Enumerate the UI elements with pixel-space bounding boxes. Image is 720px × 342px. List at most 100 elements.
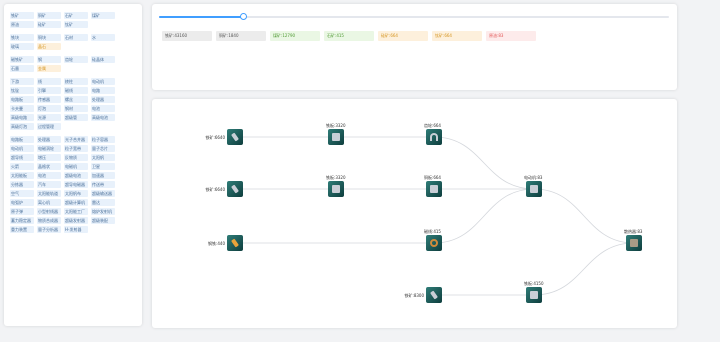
item-chip[interactable]: 电磁机 [64, 163, 88, 170]
item-chip[interactable]: 灯泡 [37, 105, 61, 112]
item-chip[interactable]: 齿轮 [64, 56, 88, 63]
item-chip[interactable]: 太阳能板 [10, 172, 34, 179]
item-chip[interactable]: 超级管 [64, 114, 88, 121]
item-chip[interactable]: 钛矿 [64, 21, 88, 28]
item-chip[interactable]: 电磁涡轮 [37, 145, 61, 152]
item-chip[interactable]: 线 [37, 78, 61, 85]
graph-node[interactable] [526, 181, 542, 197]
item-chip[interactable]: 水 [91, 34, 115, 41]
item-chip[interactable]: 太阳帆布 [64, 190, 88, 197]
graph-node[interactable] [426, 287, 442, 303]
item-chip[interactable]: 超级发射器 [64, 217, 88, 224]
item-chip[interactable]: 晶石 [37, 43, 61, 50]
item-chip[interactable]: 量子分析器 [37, 226, 61, 233]
item-chip[interactable]: H-发射器 [64, 226, 88, 233]
item-chip[interactable]: 卫星 [91, 163, 115, 170]
graph-node[interactable] [227, 129, 243, 145]
graph-node[interactable] [328, 181, 344, 197]
item-chip[interactable]: 蓄力稳定器 [10, 217, 34, 224]
graph-node[interactable] [227, 181, 243, 197]
item-chip[interactable]: 离心机 [37, 199, 61, 206]
item-chip[interactable]: 加速器 [91, 172, 115, 179]
item-chip[interactable]: 电池 [37, 172, 61, 179]
item-chip[interactable]: 晶格状 [37, 163, 61, 170]
item-chip[interactable]: 硅晶体 [91, 56, 115, 63]
item-chip[interactable]: 煤矿 [91, 12, 115, 19]
item-chip[interactable]: 处理器 [91, 96, 115, 103]
item-chip[interactable]: 电动机 [10, 145, 34, 152]
item-chip[interactable]: 太阳能工厂 [64, 208, 88, 215]
graph-node[interactable] [328, 129, 344, 145]
item-chip[interactable]: 玻璃 [10, 43, 34, 50]
item-chip[interactable]: 超级电池 [64, 172, 88, 179]
item-chip[interactable]: 电路板 [10, 136, 34, 143]
item-chip[interactable]: 引擎 [37, 87, 61, 94]
item-chip[interactable]: 铜矿 [37, 12, 61, 19]
item-chip[interactable]: 过程管理 [37, 123, 61, 130]
graph-node[interactable] [426, 235, 442, 251]
graph-node[interactable] [426, 129, 442, 145]
item-chip[interactable]: 处理器 [37, 136, 61, 143]
item-chip[interactable]: 雷达 [91, 199, 115, 206]
item-chip[interactable]: 石材 [64, 34, 88, 41]
item-chip[interactable]: 火箭 [10, 163, 34, 170]
item-chip[interactable]: 太阳能轨道 [37, 190, 61, 197]
item-chip[interactable]: 超导电磁器 [64, 181, 88, 188]
item-chip[interactable]: 高级灯泡 [10, 123, 34, 130]
item-chip[interactable]: 增压 [37, 154, 61, 161]
item-chip[interactable]: 电路 [91, 87, 115, 94]
item-chip[interactable]: 太阳帆 [91, 154, 115, 161]
item-chip[interactable]: 下游 [10, 78, 34, 85]
item-chip[interactable]: 磁铁矿 [10, 56, 34, 63]
item-chip[interactable]: 磁线 [64, 87, 88, 94]
item-chip[interactable]: 铁矿 [10, 12, 34, 19]
item-chip[interactable]: 反物质 [64, 154, 88, 161]
item-chip[interactable]: 铁块 [10, 34, 34, 41]
item-chip[interactable]: 原油 [10, 21, 34, 28]
item-chip[interactable]: 分拣器 [10, 181, 34, 188]
item-chip[interactable]: 光子合并器 [64, 136, 88, 143]
item-chip[interactable]: 高级电路 [10, 114, 34, 121]
item-chip[interactable]: 熔炉发射机 [91, 208, 115, 215]
item-chip[interactable]: 钢材 [64, 105, 88, 112]
item-chip[interactable]: 原子弹 [10, 208, 34, 215]
item-chip[interactable]: 物质合成器 [37, 217, 61, 224]
item-chip[interactable]: 超级计算机 [64, 199, 88, 206]
orange-bar-icon [231, 238, 239, 248]
item-chip[interactable]: 传感器 [37, 96, 61, 103]
item-chip[interactable]: 粒子容器 [91, 136, 115, 143]
item-chip[interactable]: 金属 [37, 65, 61, 72]
item-chip[interactable]: 高级电池 [91, 114, 115, 121]
item-chip[interactable]: 卡夫曼 [10, 105, 34, 112]
item-chip[interactable]: 光源 [37, 114, 61, 121]
item-chip[interactable]: 钢 [37, 56, 61, 63]
item-chip[interactable]: 电弧炉 [10, 199, 34, 206]
item-chip[interactable]: 空气 [10, 190, 34, 197]
graph-node[interactable] [526, 287, 542, 303]
item-chip[interactable]: 钛锭 [10, 87, 34, 94]
item-chip[interactable]: 电池 [91, 105, 115, 112]
graph-node[interactable] [626, 235, 642, 251]
item-chip[interactable]: 量子芯片 [91, 145, 115, 152]
item-chip[interactable]: 硅矿 [37, 21, 61, 28]
item-chip[interactable]: 螺丝 [64, 96, 88, 103]
item-chip[interactable]: 电路板 [10, 96, 34, 103]
item-chip[interactable]: 铜块 [37, 34, 61, 41]
item-chip[interactable]: 小型射线器 [37, 208, 61, 215]
item-chip[interactable]: 超导线 [10, 154, 34, 161]
graph-node[interactable] [227, 235, 243, 251]
item-chip[interactable]: 石墨 [10, 65, 34, 72]
item-chip[interactable]: 传送带 [91, 181, 115, 188]
item-chip[interactable]: 超级输送器 [91, 190, 115, 197]
item-chip[interactable]: 重力装置 [10, 226, 34, 233]
item-chip[interactable]: 汽车 [37, 181, 61, 188]
slider-thumb[interactable] [239, 13, 247, 20]
item-chip[interactable]: 石矿 [64, 12, 88, 19]
item-chip[interactable]: 超级装配 [91, 217, 115, 224]
graph-node[interactable] [426, 181, 442, 197]
node-label: 散热器:83 [624, 229, 643, 234]
item-chip[interactable]: 粒子宽带 [64, 145, 88, 152]
item-chip[interactable]: 电动机 [91, 78, 115, 85]
quantity-slider[interactable] [159, 13, 669, 20]
item-chip[interactable]: 棱柱 [64, 78, 88, 85]
